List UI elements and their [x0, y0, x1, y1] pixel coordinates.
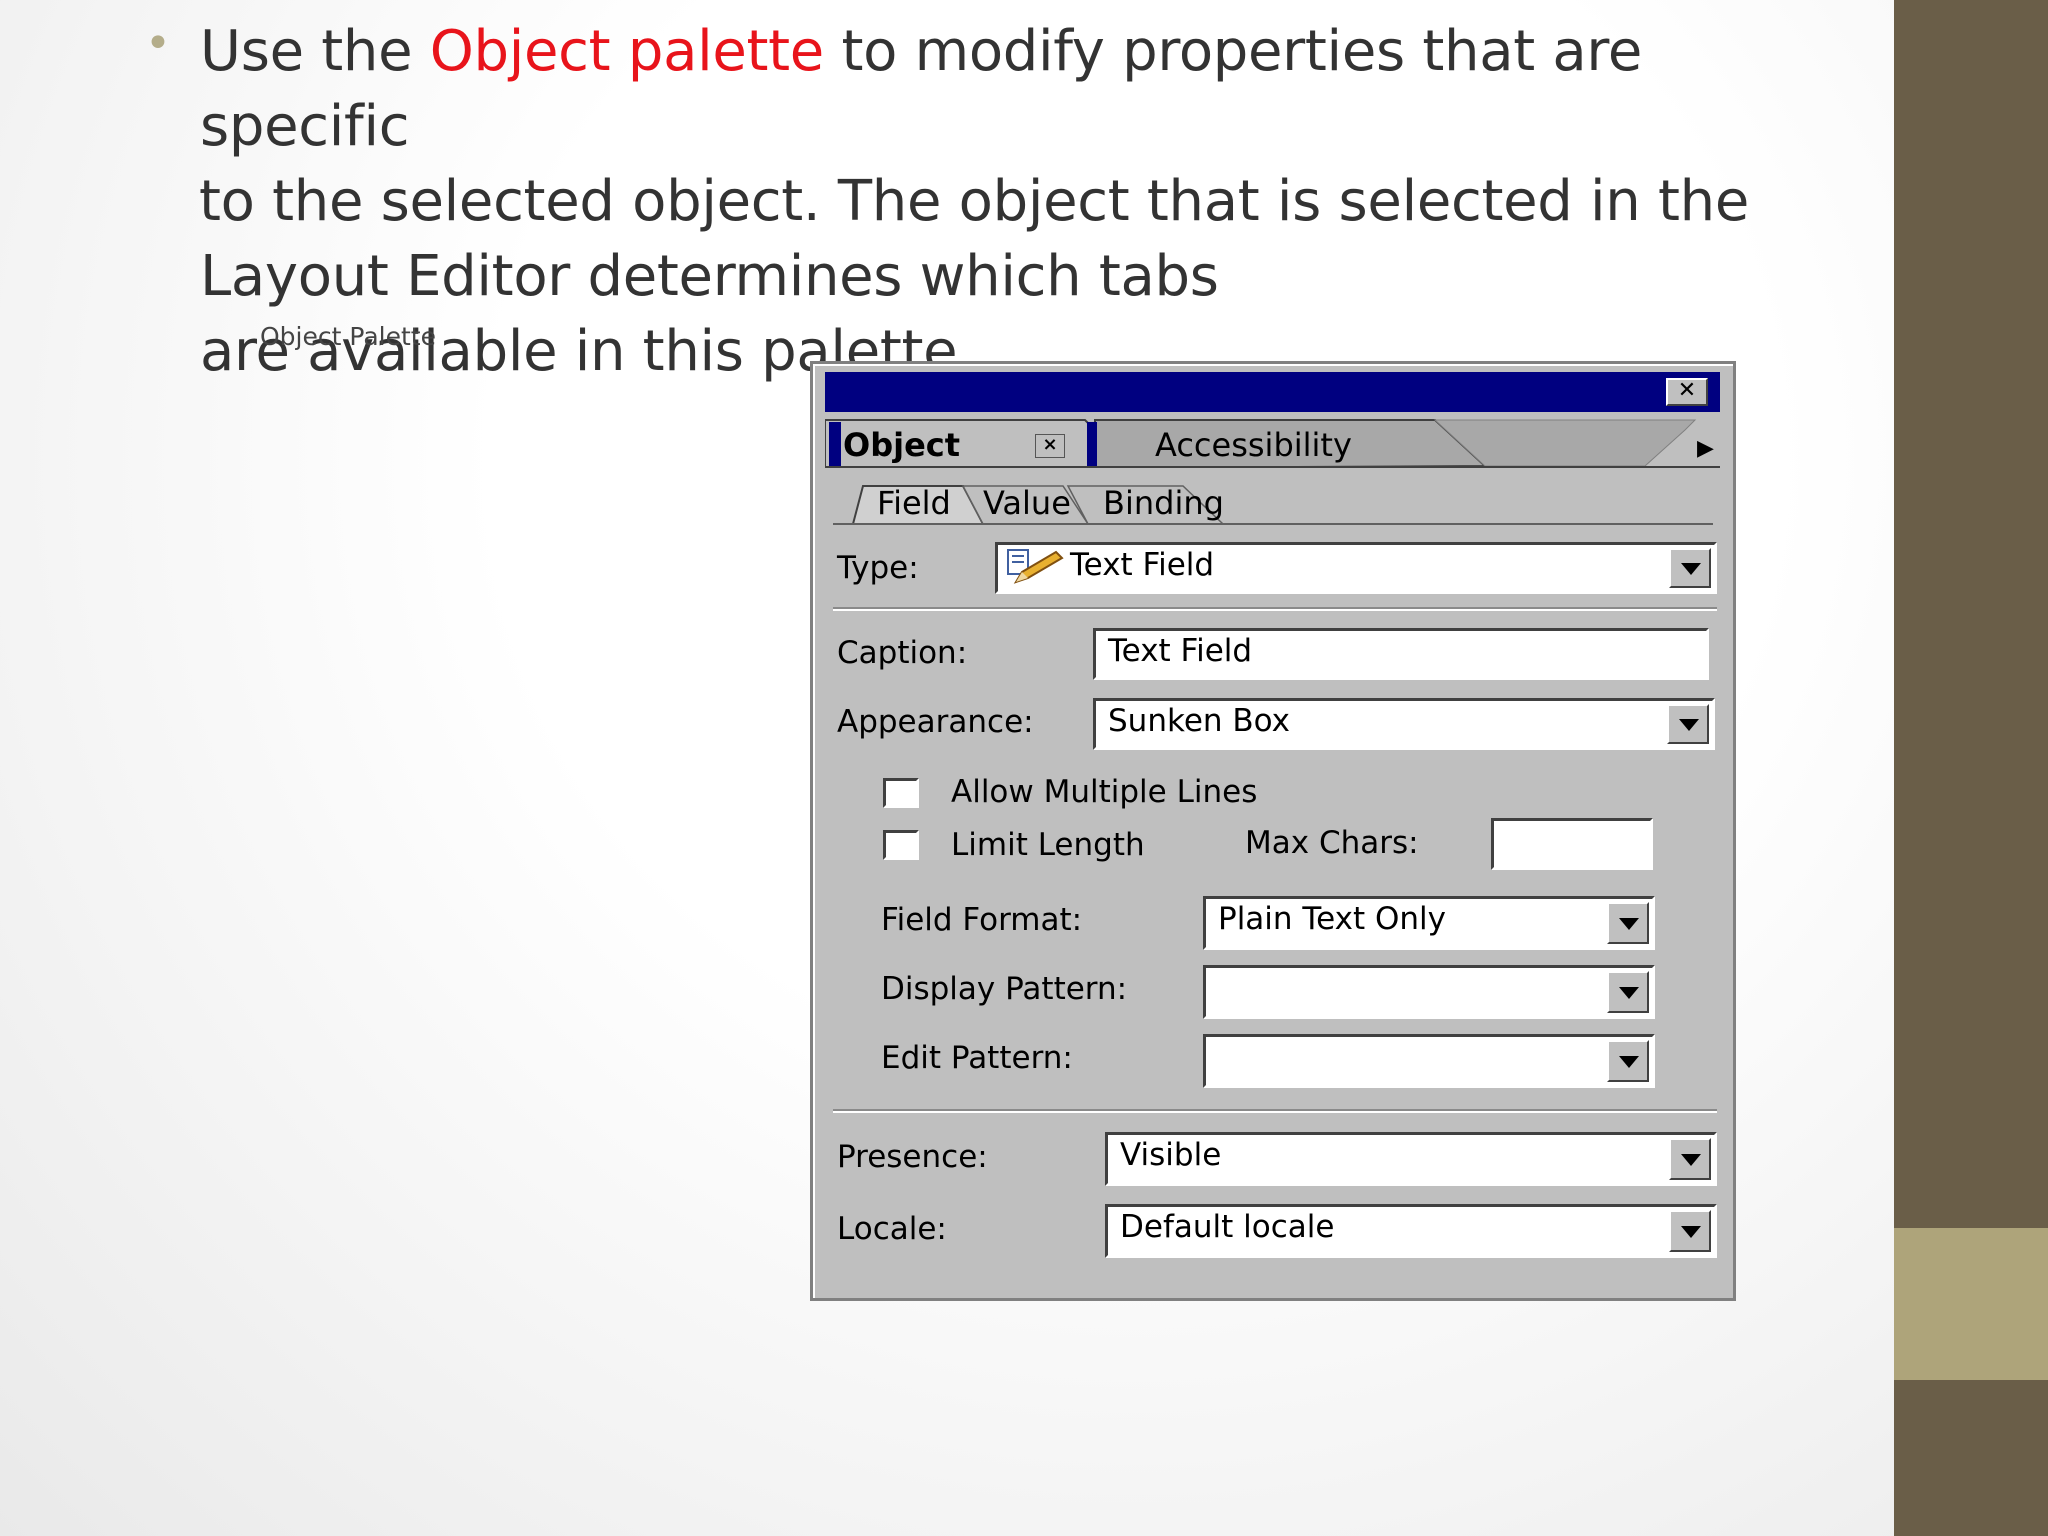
- display-pattern-select[interactable]: [1203, 965, 1655, 1019]
- subtab-background: [833, 485, 1713, 525]
- subtab-strip: Field Value Binding: [833, 480, 1713, 526]
- max-chars-input[interactable]: [1491, 818, 1653, 870]
- type-value: Text Field: [1070, 547, 1215, 583]
- palette-tabstrip: Object × Accessibility ▶: [825, 418, 1720, 468]
- bullet-line-2: to the selected object. The object that …: [199, 169, 1749, 234]
- appearance-value: Sunken Box: [1108, 703, 1291, 739]
- separator: [833, 1109, 1717, 1113]
- bullet-line-1-pre: Use the: [200, 19, 430, 84]
- field-format-value: Plain Text Only: [1218, 901, 1446, 937]
- image-caption: Object Palette: [260, 322, 436, 351]
- type-label: Type:: [837, 550, 919, 586]
- field-format-select[interactable]: Plain Text Only: [1203, 896, 1655, 950]
- subtab-value[interactable]: Value: [983, 484, 1071, 522]
- locale-value: Default locale: [1120, 1209, 1335, 1245]
- display-pattern-dropdown-chevron-down-icon[interactable]: [1607, 971, 1649, 1013]
- slide-sidebar-accent: [1894, 1228, 2048, 1380]
- subtab-field[interactable]: Field: [877, 484, 951, 522]
- bullet-line-1: Use the Object palette to modify propert…: [200, 14, 1780, 164]
- edit-pattern-select[interactable]: [1203, 1034, 1655, 1088]
- text-field-pencil-icon: [1007, 548, 1064, 584]
- type-select[interactable]: Text Field: [995, 542, 1717, 594]
- close-button[interactable]: ✕: [1666, 378, 1708, 406]
- palette-titlebar[interactable]: ✕: [825, 372, 1720, 412]
- edit-pattern-dropdown-chevron-down-icon[interactable]: [1607, 1040, 1649, 1082]
- subtab-binding[interactable]: Binding: [1103, 484, 1224, 522]
- presence-label: Presence:: [837, 1139, 988, 1175]
- locale-select[interactable]: Default locale: [1105, 1204, 1717, 1258]
- presence-select[interactable]: Visible: [1105, 1132, 1717, 1186]
- object-palette-window: ✕ Object × Accessibility ▶ Field Value B…: [810, 361, 1736, 1301]
- presence-dropdown-chevron-down-icon[interactable]: [1669, 1138, 1711, 1180]
- locale-dropdown-chevron-down-icon[interactable]: [1669, 1210, 1711, 1252]
- type-dropdown-chevron-down-icon[interactable]: [1669, 548, 1711, 588]
- tab-object[interactable]: Object: [843, 426, 960, 464]
- limit-length-checkbox[interactable]: [883, 830, 919, 860]
- locale-label: Locale:: [837, 1211, 947, 1247]
- appearance-select[interactable]: Sunken Box: [1093, 698, 1715, 750]
- tab-accessibility[interactable]: Accessibility: [1155, 426, 1352, 464]
- caption-input[interactable]: Text Field: [1093, 628, 1709, 680]
- object-palette-highlight: Object palette: [429, 19, 825, 84]
- appearance-label: Appearance:: [837, 704, 1034, 740]
- bullet-paragraph: Use the Object palette to modify propert…: [199, 14, 1780, 389]
- display-pattern-label: Display Pattern:: [881, 971, 1128, 1007]
- max-chars-label: Max Chars:: [1245, 825, 1419, 861]
- bullet-marker: •: [145, 18, 171, 69]
- presence-value: Visible: [1120, 1137, 1222, 1173]
- appearance-dropdown-chevron-down-icon[interactable]: [1667, 704, 1709, 744]
- caption-label: Caption:: [837, 635, 968, 671]
- separator: [833, 607, 1717, 611]
- limit-length-label: Limit Length: [951, 827, 1145, 863]
- allow-multiple-lines-label: Allow Multiple Lines: [951, 774, 1258, 810]
- field-format-label: Field Format:: [881, 902, 1083, 938]
- bullet-line-3: Layout Editor determines which tabs: [200, 244, 1219, 309]
- allow-multiple-lines-checkbox[interactable]: [883, 778, 919, 808]
- tab-object-close-icon[interactable]: ×: [1035, 434, 1065, 458]
- edit-pattern-label: Edit Pattern:: [881, 1040, 1073, 1076]
- tab-overflow-arrow-icon[interactable]: ▶: [1697, 436, 1714, 461]
- field-format-dropdown-chevron-down-icon[interactable]: [1607, 902, 1649, 944]
